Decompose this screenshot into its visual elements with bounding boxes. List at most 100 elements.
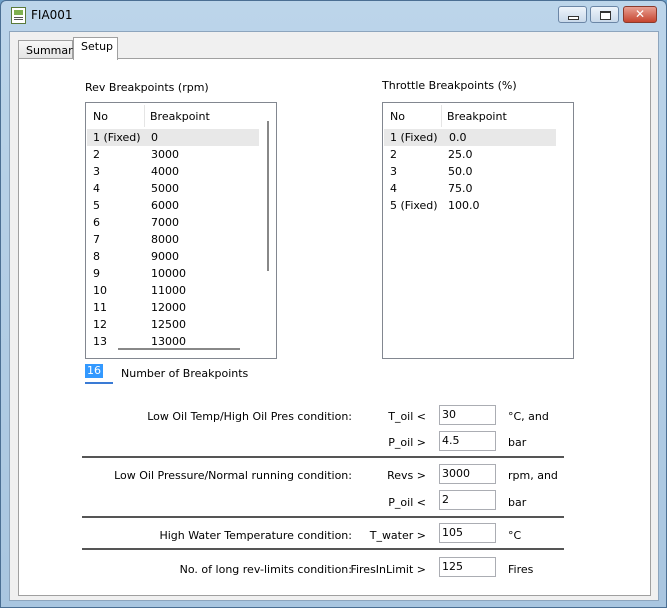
minimize-button[interactable] (558, 6, 587, 23)
list-header: No Breakpoint (86, 103, 276, 127)
column-header-no[interactable]: No (390, 110, 405, 123)
list-item[interactable]: 2 25.0 (384, 146, 556, 163)
num-breakpoints-input[interactable]: 16 (85, 364, 113, 384)
list-item[interactable]: 6 7000 (87, 214, 259, 231)
cell-no: 3 (390, 165, 397, 178)
divider (82, 516, 564, 518)
t-oil-unit: °C, and (508, 410, 549, 423)
cell-breakpoint: 12500 (151, 318, 186, 331)
list-item[interactable]: 5 6000 (87, 197, 259, 214)
cell-no: 4 (93, 182, 100, 195)
p-oil-low-label: P_oil < (388, 496, 426, 509)
cell-no: 5 (Fixed) (390, 199, 438, 212)
minimize-icon (568, 16, 579, 20)
list-item[interactable]: 10 11000 (87, 282, 259, 299)
cell-no: 8 (93, 250, 100, 263)
column-separator (144, 105, 145, 127)
cell-breakpoint: 100.0 (448, 199, 480, 212)
cell-no: 1 (Fixed) (93, 131, 141, 144)
cell-breakpoint: 25.0 (448, 148, 473, 161)
list-item[interactable]: 1 (Fixed) 0 (87, 129, 259, 146)
cell-no: 4 (390, 182, 397, 195)
close-icon: ✕ (634, 7, 646, 21)
cell-breakpoint: 3000 (151, 148, 179, 161)
cell-breakpoint: 0 (151, 131, 158, 144)
divider (82, 548, 564, 550)
fires-in-limit-input[interactable]: 125 (439, 557, 496, 577)
cell-breakpoint: 9000 (151, 250, 179, 263)
cell-no: 5 (93, 199, 100, 212)
list-item[interactable]: 5 (Fixed) 100.0 (384, 197, 556, 214)
list-item[interactable]: 3 50.0 (384, 163, 556, 180)
cell-breakpoint: 75.0 (448, 182, 473, 195)
tab-setup[interactable]: Setup (73, 37, 118, 60)
list-item[interactable]: 3 4000 (87, 163, 259, 180)
column-header-breakpoint[interactable]: Breakpoint (447, 110, 507, 123)
tab-summary[interactable]: Summary (18, 40, 79, 59)
list-item[interactable]: 12 12500 (87, 316, 259, 333)
cell-breakpoint: 12000 (151, 301, 186, 314)
cell-no: 10 (93, 284, 107, 297)
client-area: Summary Setup Rev Breakpoints (rpm) No B… (9, 31, 659, 601)
list-header: No Breakpoint (383, 103, 573, 127)
close-button[interactable]: ✕ (623, 6, 657, 23)
long-rev-condition-label: No. of long rev-limits condition: (179, 563, 352, 576)
cell-breakpoint: 6000 (151, 199, 179, 212)
cell-no: 2 (93, 148, 100, 161)
vertical-scrollbar[interactable] (267, 121, 269, 271)
cell-breakpoint: 8000 (151, 233, 179, 246)
revs-input[interactable]: 3000 (439, 464, 496, 484)
cell-breakpoint: 50.0 (448, 165, 473, 178)
cell-breakpoint: 10000 (151, 267, 186, 280)
throttle-breakpoints-list[interactable]: No Breakpoint 1 (Fixed) 0.0 2 25.0 3 50.0 4 75.… (382, 102, 574, 359)
main-window: FIA001 ✕ Summary Setup Rev Breakpoints (… (0, 0, 667, 608)
cell-no: 9 (93, 267, 100, 280)
list-item[interactable]: 11 12000 (87, 299, 259, 316)
low-oil-pressure-condition-label: Low Oil Pressure/Normal running conditio… (114, 469, 352, 482)
p-oil-unit: bar (508, 436, 527, 449)
cell-no: 11 (93, 301, 107, 314)
maximize-button[interactable] (590, 6, 619, 23)
list-item[interactable]: 7 8000 (87, 231, 259, 248)
cell-no: 2 (390, 148, 397, 161)
horizontal-scrollbar[interactable] (118, 348, 240, 350)
num-breakpoints-value[interactable]: 16 (85, 364, 103, 378)
app-document-icon (11, 7, 26, 24)
list-item[interactable]: 4 75.0 (384, 180, 556, 197)
cell-breakpoint: 0.0 (449, 131, 467, 144)
cell-breakpoint: 11000 (151, 284, 186, 297)
column-header-no[interactable]: No (93, 110, 108, 123)
revs-unit: rpm, and (508, 469, 558, 482)
t-water-label: T_water > (369, 529, 426, 542)
divider (82, 456, 564, 458)
rev-breakpoints-list[interactable]: No Breakpoint 1 (Fixed) 0 2 3000 3 4000 4 5000 5… (85, 102, 277, 359)
t-water-unit: °C (508, 529, 522, 542)
fires-in-limit-label: FiresInLimit > (350, 563, 426, 576)
cell-no: 6 (93, 216, 100, 229)
rev-breakpoints-title: Rev Breakpoints (rpm) (85, 81, 209, 94)
cell-no: 13 (93, 335, 107, 348)
list-item[interactable]: 2 3000 (87, 146, 259, 163)
num-breakpoints-label: Number of Breakpoints (121, 367, 249, 380)
high-water-condition-label: High Water Temperature condition: (159, 529, 352, 542)
maximize-icon (600, 11, 611, 20)
p-oil-label: P_oil > (388, 436, 426, 449)
t-oil-input[interactable]: 30 (439, 405, 496, 425)
list-item[interactable]: 1 (Fixed) 0.0 (384, 129, 556, 146)
t-water-input[interactable]: 105 (439, 523, 496, 543)
low-oil-temp-condition-label: Low Oil Temp/High Oil Pres condition: (147, 410, 352, 423)
p-oil-low-unit: bar (508, 496, 527, 509)
column-separator (441, 105, 442, 127)
list-item[interactable]: 9 10000 (87, 265, 259, 282)
setup-panel: Rev Breakpoints (rpm) No Breakpoint 1 (F… (18, 58, 651, 596)
fires-in-limit-unit: Fires (508, 563, 534, 576)
column-header-breakpoint[interactable]: Breakpoint (150, 110, 210, 123)
cell-breakpoint: 7000 (151, 216, 179, 229)
p-oil-input[interactable]: 4.5 (439, 431, 496, 451)
window-title: FIA001 (31, 8, 73, 22)
cell-no: 7 (93, 233, 100, 246)
title-bar[interactable]: FIA001 ✕ (1, 1, 666, 29)
p-oil-low-input[interactable]: 2 (439, 490, 496, 510)
list-item[interactable]: 4 5000 (87, 180, 259, 197)
list-item[interactable]: 8 9000 (87, 248, 259, 265)
